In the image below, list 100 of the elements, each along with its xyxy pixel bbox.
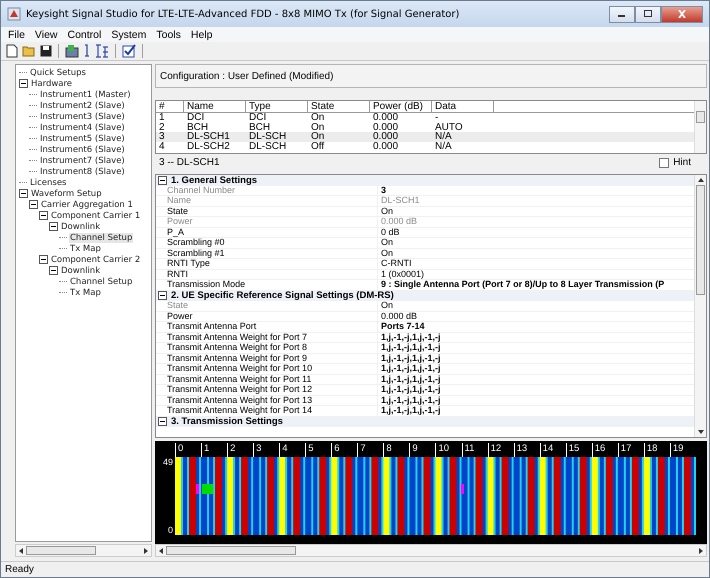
column-header[interactable]: Type: [246, 101, 308, 112]
collapse-icon[interactable]: [19, 79, 28, 88]
collapse-icon[interactable]: [158, 176, 167, 185]
property-value[interactable]: 3: [378, 186, 386, 195]
new-file-icon[interactable]: [5, 44, 19, 58]
property-value[interactable]: 1,j,-1,-j,1,j,-1,-j: [378, 396, 441, 405]
menu-item[interactable]: Control: [64, 28, 106, 40]
property-value[interactable]: 1,j,-1,-j,1,j,-1,-j: [378, 364, 441, 374]
tree-item[interactable]: Licenses: [29, 178, 68, 188]
table-cell-text: 0.000: [372, 132, 400, 142]
tree-item[interactable]: Instrument2 (Slave): [39, 100, 126, 110]
property-value[interactable]: 1,j,-1,-j,1,j,-1,-j: [378, 343, 441, 352]
vertical-scrollbar[interactable]: [694, 175, 706, 437]
table-cell-text: On: [310, 113, 326, 122]
save-icon[interactable]: [39, 45, 53, 57]
hint-label: Hint: [673, 157, 691, 168]
property-value[interactable]: Ports 7-14: [378, 322, 425, 332]
tree-item[interactable]: Instrument3 (Slave): [39, 112, 126, 122]
channel-row[interactable]: 1 DCI DCI On 0.000 -: [156, 113, 694, 122]
tree-item[interactable]: Downlink: [60, 266, 102, 276]
hint-checkbox[interactable]: [659, 158, 670, 168]
maximize-button[interactable]: [635, 6, 661, 22]
column-header[interactable]: State: [308, 101, 370, 112]
tree-item[interactable]: Instrument6 (Slave): [39, 144, 126, 154]
property-value[interactable]: 0.000 dB: [378, 312, 418, 321]
channel-row[interactable]: 4 DL-SCH2 DL-SCH Off 0.000 N/A: [156, 142, 694, 151]
tree-item[interactable]: Tx Map: [69, 288, 102, 298]
tree-item[interactable]: Instrument1 (Master): [39, 90, 132, 100]
table-cell-text: DCI: [186, 113, 206, 122]
property-label: Power: [156, 217, 378, 226]
collapse-icon[interactable]: [49, 222, 58, 231]
tree-item[interactable]: Carrier Aggregation 1: [40, 200, 134, 210]
table-cell-text: AUTO: [434, 122, 464, 132]
vertical-scrollbar[interactable]: [694, 101, 706, 153]
tree-item[interactable]: Waveform Setup: [30, 188, 103, 198]
instrument-icon[interactable]: [64, 44, 80, 58]
property-value[interactable]: 1,j,-1,-j,1,j,-1,-j: [378, 385, 441, 394]
tree-item[interactable]: Hardware: [30, 78, 74, 88]
property-value[interactable]: 9 : Single Antenna Port (Port 7 or 8)/Up to 8 Layer Transmission (P: [378, 280, 664, 290]
tree-item[interactable]: Quick Setups: [29, 68, 87, 78]
tree-item[interactable]: Channel Setup: [69, 276, 134, 286]
channel-row[interactable]: 3 DL-SCH1 DL-SCH On 0.000 N/A: [156, 132, 694, 142]
close-icon: [677, 10, 687, 18]
property-value[interactable]: On: [378, 248, 394, 258]
checklist-icon[interactable]: [121, 44, 137, 58]
open-folder-icon[interactable]: [21, 45, 37, 57]
tree-item[interactable]: Instrument4 (Slave): [39, 122, 126, 132]
tree-item[interactable]: Instrument8 (Slave): [39, 166, 126, 176]
property-value[interactable]: 1 (0x0001): [378, 270, 424, 279]
table-cell-text: DL-SCH: [248, 132, 288, 142]
property-value[interactable]: On: [378, 238, 394, 248]
column-header[interactable]: Power (dB): [370, 101, 432, 112]
collapse-icon[interactable]: [29, 200, 38, 209]
tree-item[interactable]: Instrument7 (Slave): [39, 156, 126, 166]
property-value[interactable]: 0 dB: [378, 228, 400, 237]
menu-item[interactable]: File: [4, 28, 29, 40]
menu-item[interactable]: View: [30, 28, 62, 40]
scroll-left-icon[interactable]: [17, 546, 25, 554]
scroll-down-icon[interactable]: [696, 428, 704, 436]
table-cell-text: -: [434, 113, 440, 122]
property-label: Transmit Antenna Weight for Port 8: [156, 343, 378, 352]
property-value[interactable]: 1,j,-1,-j,1,j,-1,-j: [378, 406, 441, 416]
property-value[interactable]: On: [378, 301, 394, 310]
menu-item[interactable]: Tools: [152, 28, 185, 40]
property-label: Name: [156, 196, 378, 206]
tree-item[interactable]: Channel Setup: [69, 232, 134, 242]
table-cell-text: 0.000: [372, 142, 400, 151]
horizontal-scrollbar[interactable]: [155, 544, 707, 557]
property-label: Transmit Antenna Weight for Port 7: [156, 332, 378, 342]
tree-item[interactable]: Instrument5 (Slave): [39, 134, 126, 144]
menu-item[interactable]: Help: [186, 28, 216, 40]
collapse-icon[interactable]: [49, 266, 58, 275]
property-value[interactable]: 1,j,-1,-j,1,j,-1,-j: [378, 332, 441, 342]
collapse-icon[interactable]: [39, 211, 48, 220]
menu-item[interactable]: System: [107, 28, 150, 40]
minimize-button[interactable]: [609, 6, 635, 22]
collapse-icon[interactable]: [19, 189, 28, 198]
channel-row[interactable]: 2 BCH BCH On 0.000 AUTO: [156, 122, 694, 132]
column-header[interactable]: Name: [184, 101, 246, 112]
property-value[interactable]: C-RNTI: [378, 259, 412, 268]
collapse-icon[interactable]: [158, 417, 167, 426]
property-value[interactable]: 1,j,-1,-j,1,j,-1,-j: [378, 354, 441, 363]
tree-item[interactable]: Tx Map: [69, 244, 102, 254]
property-value[interactable]: 1,j,-1,-j,1,j,-1,-j: [378, 374, 441, 384]
property-value[interactable]: On: [378, 206, 394, 216]
close-button[interactable]: [661, 6, 703, 22]
column-header[interactable]: #: [156, 101, 184, 112]
table-cell-text: DCI: [248, 113, 268, 122]
horizontal-scrollbar[interactable]: [15, 544, 152, 557]
tree-item[interactable]: Component Carrier 2: [50, 254, 142, 264]
column-header[interactable]: Data: [432, 101, 494, 112]
tree-item[interactable]: Component Carrier 1: [50, 210, 142, 220]
tree-item[interactable]: Downlink: [60, 222, 102, 232]
collapse-icon[interactable]: [158, 291, 167, 300]
table-cell-text: 0.000: [372, 113, 400, 122]
section-title: 1. General Settings: [171, 175, 258, 186]
scroll-right-icon[interactable]: [697, 546, 705, 554]
collapse-icon[interactable]: [39, 255, 48, 264]
scroll-left-icon[interactable]: [157, 546, 165, 554]
scroll-right-icon[interactable]: [142, 546, 150, 554]
